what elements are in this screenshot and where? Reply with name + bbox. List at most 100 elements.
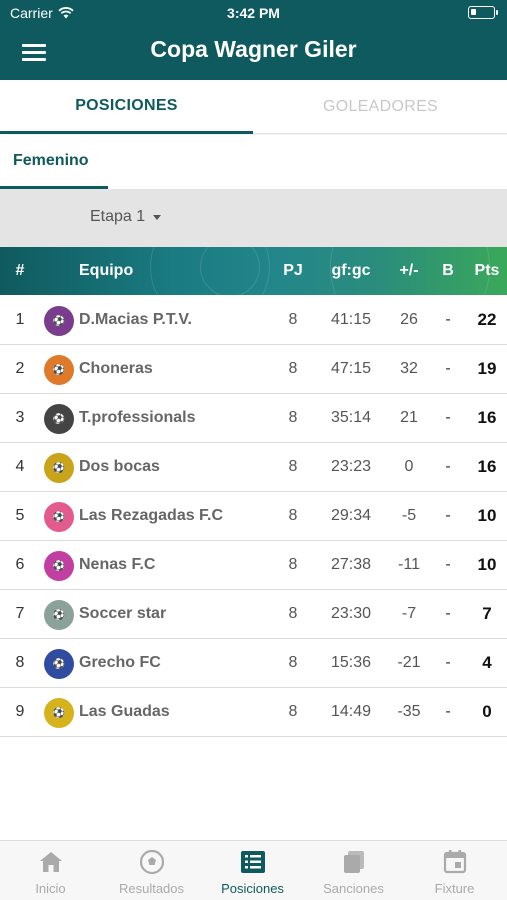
team-logo-icon: ⚽ — [44, 453, 74, 483]
row-pj: 8 — [288, 556, 298, 573]
table-row[interactable]: 8 ⚽ Grecho FC 8 15:36 -21 - 4 — [0, 639, 507, 688]
row-pts: 7 — [482, 604, 492, 623]
row-pj: 8 — [288, 311, 298, 328]
nav-label: Fixture — [434, 881, 475, 896]
row-pj: 8 — [288, 605, 298, 622]
main-tabs: POSICIONES GOLEADORES — [0, 80, 507, 134]
table-row[interactable]: 2 ⚽ Choneras 8 47:15 32 - 19 — [0, 345, 507, 394]
team-logo-icon: ⚽ — [44, 306, 74, 336]
header-diff: +/- — [399, 262, 419, 279]
team-logo-icon: ⚽ — [44, 698, 74, 728]
row-gfgc: 29:34 — [330, 507, 372, 524]
nav-posiciones[interactable]: Posiciones — [202, 841, 303, 900]
row-pts: 10 — [477, 555, 497, 574]
nav-inicio[interactable]: Inicio — [0, 841, 101, 900]
header-b: B — [442, 262, 454, 279]
row-pos: 4 — [15, 458, 25, 475]
tab-femenino[interactable]: Femenino — [0, 135, 108, 189]
row-pts: 16 — [477, 457, 497, 476]
row-pts: 4 — [482, 653, 492, 672]
app-header: Carrier 3:42 PM Copa Wagner Giler — [0, 0, 507, 80]
category-tabs: Femenino — [0, 135, 507, 189]
row-diff: -21 — [397, 654, 421, 671]
nav-resultados[interactable]: Resultados — [101, 841, 202, 900]
nav-label: Sanciones — [323, 881, 384, 896]
row-team: Grecho FC — [79, 654, 161, 671]
row-gfgc: 23:23 — [330, 458, 372, 475]
row-team: Las Guadas — [79, 703, 170, 720]
row-pj: 8 — [288, 507, 298, 524]
stage-dropdown[interactable]: Etapa 1 — [90, 208, 162, 226]
row-pts: 19 — [477, 359, 497, 378]
row-gfgc: 27:38 — [330, 556, 372, 573]
table-row[interactable]: 4 ⚽ Dos bocas 8 23:23 0 - 16 — [0, 443, 507, 492]
header-pts: Pts — [474, 262, 500, 279]
standings-header: # Equipo PJ gf:gc +/- B Pts — [0, 247, 507, 295]
row-pos: 7 — [15, 605, 25, 622]
row-gfgc: 15:36 — [330, 654, 372, 671]
row-pos: 9 — [15, 703, 25, 720]
battery-icon — [468, 6, 498, 19]
row-diff: 26 — [400, 311, 418, 328]
row-pj: 8 — [288, 654, 298, 671]
row-gfgc: 35:14 — [330, 409, 372, 426]
row-diff: -7 — [401, 605, 417, 622]
calendar-icon — [442, 849, 468, 875]
row-team: Las Rezagadas F.C — [79, 507, 224, 524]
caret-down-icon — [153, 214, 162, 220]
row-pos: 5 — [15, 507, 25, 524]
tab-posiciones[interactable]: POSICIONES — [0, 80, 253, 134]
row-team: Nenas F.C — [79, 556, 156, 573]
list-icon — [240, 849, 266, 875]
row-team: Choneras — [79, 360, 153, 377]
row-pts: 10 — [477, 506, 497, 525]
row-b: - — [445, 409, 451, 426]
row-b: - — [445, 458, 451, 475]
table-row[interactable]: 5 ⚽ Las Rezagadas F.C 8 29:34 -5 - 10 — [0, 492, 507, 541]
status-bar: Carrier 3:42 PM — [0, 0, 507, 26]
table-row[interactable]: 7 ⚽ Soccer star 8 23:30 -7 - 7 — [0, 590, 507, 639]
team-logo-icon: ⚽ — [44, 502, 74, 532]
row-gfgc: 23:30 — [330, 605, 372, 622]
row-pts: 0 — [482, 702, 492, 721]
row-pts: 16 — [477, 408, 497, 427]
row-diff: 21 — [400, 409, 418, 426]
tab-goleadores[interactable]: GOLEADORES — [254, 80, 507, 134]
row-b: - — [445, 654, 451, 671]
header-team: Equipo — [79, 262, 134, 279]
home-icon — [38, 849, 64, 875]
row-pj: 8 — [288, 458, 298, 475]
team-logo-icon: ⚽ — [44, 649, 74, 679]
team-logo-icon: ⚽ — [44, 600, 74, 630]
header-pj: PJ — [283, 262, 303, 279]
page-title: Copa Wagner Giler — [150, 36, 357, 62]
row-pos: 8 — [15, 654, 25, 671]
row-gfgc: 41:15 — [330, 311, 372, 328]
table-row[interactable]: 1 ⚽ D.Macias P.T.V. 8 41:15 26 - 22 — [0, 296, 507, 345]
soccer-ball-icon — [139, 849, 165, 875]
stage-label: Etapa 1 — [90, 208, 146, 225]
header-pos: # — [15, 262, 25, 279]
row-pj: 8 — [288, 703, 298, 720]
header-gfgc: gf:gc — [331, 262, 371, 279]
stage-bar: Etapa 1 — [0, 189, 507, 247]
nav-sanciones[interactable]: Sanciones — [303, 841, 404, 900]
row-pos: 3 — [15, 409, 25, 426]
table-row[interactable]: 9 ⚽ Las Guadas 8 14:49 -35 - 0 — [0, 688, 507, 737]
team-logo-icon: ⚽ — [44, 355, 74, 385]
row-b: - — [445, 360, 451, 377]
row-pts: 22 — [477, 310, 497, 329]
row-pj: 8 — [288, 409, 298, 426]
row-team: D.Macias P.T.V. — [79, 311, 192, 328]
row-b: - — [445, 556, 451, 573]
row-pos: 6 — [15, 556, 25, 573]
row-team: Dos bocas — [79, 458, 160, 475]
table-row[interactable]: 3 ⚽ T.professionals 8 35:14 21 - 16 — [0, 394, 507, 443]
status-time: 3:42 PM — [227, 5, 280, 21]
nav-fixture[interactable]: Fixture — [404, 841, 505, 900]
row-pos: 2 — [15, 360, 25, 377]
team-logo-icon: ⚽ — [44, 404, 74, 434]
row-team: T.professionals — [79, 409, 196, 426]
table-row[interactable]: 6 ⚽ Nenas F.C 8 27:38 -11 - 10 — [0, 541, 507, 590]
row-diff: 0 — [404, 458, 414, 475]
